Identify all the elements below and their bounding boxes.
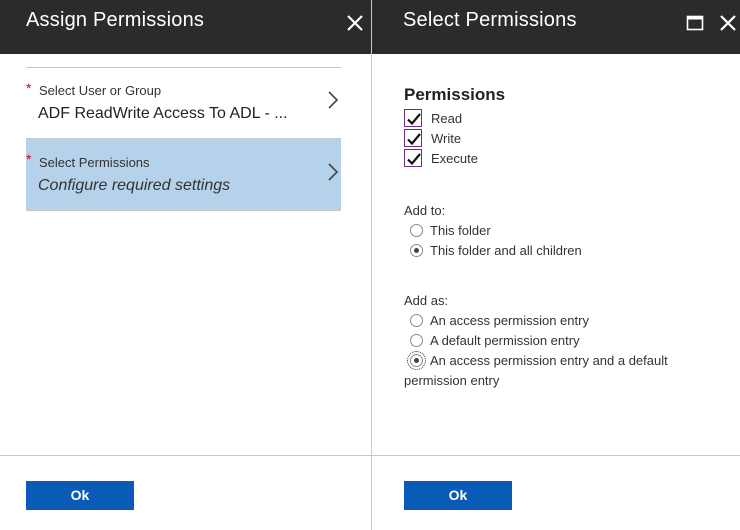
chevron-right-icon <box>327 90 339 110</box>
close-icon[interactable] <box>717 12 739 34</box>
radio-button[interactable] <box>410 314 423 327</box>
blade-header: Assign Permissions <box>0 0 371 54</box>
select-permissions-field[interactable]: * Select Permissions Configure required … <box>26 139 341 211</box>
radio-button[interactable] <box>410 244 423 257</box>
radio-label: A default permission entry <box>430 333 580 348</box>
blade-header: Select Permissions <box>372 0 740 54</box>
required-indicator: * <box>26 151 32 167</box>
select-permissions-blade: Select Permissions Permissions Read Writ… <box>372 0 740 530</box>
check-icon <box>407 133 421 146</box>
permissions-blades: Assign Permissions * Select User or Grou… <box>0 0 740 530</box>
radio-button[interactable] <box>410 224 423 237</box>
add-as-label: Add as: <box>404 293 449 308</box>
maximize-icon[interactable] <box>684 12 706 34</box>
ok-button[interactable]: Ok <box>404 481 512 510</box>
radio-label: This folder <box>430 223 491 238</box>
required-indicator: * <box>26 80 32 96</box>
radio-button[interactable] <box>410 334 423 347</box>
chevron-right-icon <box>327 162 339 182</box>
blade-title: Assign Permissions <box>26 9 205 31</box>
checkbox-box[interactable] <box>404 129 422 147</box>
radio-label: This folder and all children <box>430 243 582 258</box>
checkbox-box[interactable] <box>404 149 422 167</box>
field-label: Select Permissions <box>39 155 150 170</box>
checkbox-label: Read <box>431 111 463 126</box>
checkbox-box[interactable] <box>404 109 422 127</box>
permissions-heading: Permissions <box>404 85 506 104</box>
blade-title: Select Permissions <box>403 9 577 31</box>
check-icon <box>407 153 421 166</box>
radio-label-continuation: permission entry <box>404 373 500 388</box>
footer-divider <box>0 455 371 456</box>
field-value: ADF ReadWrite Access To ADL - ... <box>38 105 288 122</box>
checkbox-label: Write <box>431 131 462 146</box>
select-user-or-group-field[interactable]: * Select User or Group ADF ReadWrite Acc… <box>26 68 341 139</box>
checkbox-label: Execute <box>431 151 478 166</box>
close-icon[interactable] <box>344 12 366 34</box>
radio-button[interactable] <box>407 351 426 370</box>
field-label: Select User or Group <box>39 83 162 98</box>
footer-divider <box>372 455 740 456</box>
field-value: Configure required settings <box>38 177 231 194</box>
check-icon <box>407 113 421 126</box>
ok-button[interactable]: Ok <box>26 481 134 510</box>
radio-label: An access permission entry and a default <box>430 353 668 368</box>
assign-permissions-blade: Assign Permissions * Select User or Grou… <box>0 0 371 530</box>
radio-label: An access permission entry <box>430 313 589 328</box>
add-to-label: Add to: <box>404 203 446 218</box>
